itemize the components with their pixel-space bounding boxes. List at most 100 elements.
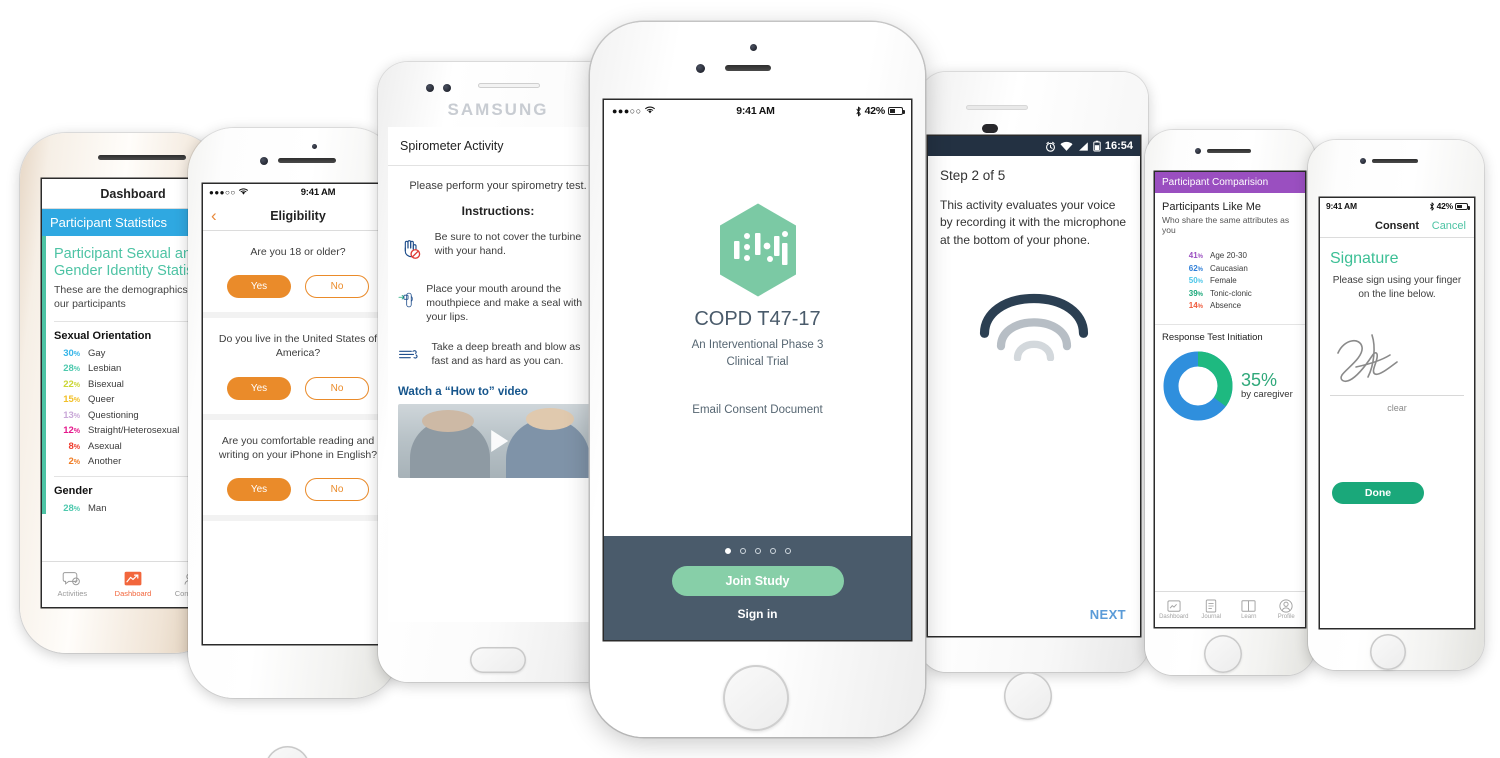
eligibility-question: Are you comfortable reading and writing … (203, 420, 393, 521)
no-hand-icon (404, 240, 421, 259)
page-dot[interactable] (739, 548, 746, 554)
tab-label: Profile (1277, 614, 1295, 620)
stat-percent: 13% (63, 409, 80, 421)
stat-percent: 62% (1188, 263, 1203, 273)
signature-instructions: Please sign using your finger on the lin… (1332, 275, 1462, 300)
journal-icon (1206, 599, 1217, 613)
join-footer: Join Study Sign in (604, 536, 911, 640)
stat-percent: 28% (63, 503, 80, 515)
ios-status-bar: ●●●○○ 9:41 AM 42% (604, 100, 911, 122)
clear-signature-button[interactable]: clear (1320, 396, 1474, 420)
ios-status-bar: 9:41 AM 42% (1320, 198, 1474, 214)
donut-value: 35% (1241, 370, 1278, 390)
comparison-header: Participant Comparision (1155, 172, 1305, 193)
stat-label: Asexual (88, 440, 122, 452)
wifi-icon (1060, 141, 1073, 151)
back-button[interactable]: ‹ (211, 207, 217, 224)
home-button[interactable] (1370, 634, 1406, 670)
tab-learn[interactable]: Learn (1230, 592, 1268, 627)
status-right: 42% (855, 105, 905, 117)
sign-in-link[interactable]: Sign in (604, 607, 911, 621)
instruction-text: Place your mouth around the mouthpiece a… (426, 283, 583, 324)
yes-button[interactable]: Yes (227, 477, 291, 501)
tab-journal[interactable]: Journal (1193, 592, 1231, 627)
next-button[interactable]: NEXT (1090, 607, 1126, 622)
cancel-button[interactable]: Cancel (1432, 220, 1466, 232)
join-study-button[interactable]: Join Study (671, 566, 844, 596)
front-camera (1360, 158, 1366, 164)
page-indicator-dots[interactable] (604, 548, 911, 554)
donut-legend: 35% by caregiver (1241, 371, 1293, 400)
phone-screen-join: ●●●○○ 9:41 AM 42% COPD T47-17 An Interve… (604, 100, 911, 640)
wifi-icon (645, 106, 656, 114)
home-button[interactable] (1204, 635, 1242, 673)
status-time: 9:41 AM (736, 105, 775, 117)
learn-icon (1241, 600, 1256, 612)
instruction-text: Be sure to not cover the turbine with yo… (434, 231, 582, 258)
yes-button[interactable]: Yes (227, 275, 291, 299)
study-hexagon-logo (715, 202, 801, 298)
stat-label: Man (88, 503, 107, 515)
phone-voice-activity: 16:54 Step 2 of 5 This activity evaluate… (920, 72, 1148, 720)
home-button[interactable] (470, 647, 526, 673)
spirometer-lead: Please perform your spirometry test. (409, 180, 587, 192)
page-dot[interactable] (754, 548, 761, 554)
stat-row: 14% Absence (1179, 301, 1281, 310)
tab-label: Learn (1241, 614, 1257, 620)
ios-status-bar: ●●●○○ 9:41 AM (203, 184, 393, 201)
earpiece-speaker (1372, 159, 1418, 163)
page-dot[interactable] (769, 548, 776, 554)
proximity-sensor (443, 84, 451, 92)
front-camera (982, 124, 998, 133)
page-dot[interactable] (724, 548, 731, 554)
battery-icon (1455, 202, 1470, 210)
front-camera (1195, 148, 1201, 154)
stat-percent: 50% (1188, 276, 1203, 285)
sound-waves-wrap (928, 291, 1140, 362)
tab-dashboard[interactable]: Dashboard (1155, 592, 1193, 627)
stat-percent: 12% (63, 425, 80, 437)
video-thumbnail[interactable] (398, 404, 598, 479)
stat-row: 62% Caucasian (1179, 264, 1281, 273)
email-consent-document-link[interactable]: Email Consent Document (604, 404, 911, 416)
stat-label: Tonic-clonic (1210, 288, 1252, 298)
dashboard-icon (1167, 599, 1181, 612)
home-button[interactable] (723, 665, 789, 731)
play-icon[interactable] (481, 424, 515, 458)
home-button[interactable] (265, 746, 310, 758)
no-button[interactable]: No (305, 275, 369, 299)
spirometer-title: Spirometer Activity (388, 127, 608, 166)
tab-activities[interactable]: Activities (42, 562, 103, 607)
dashboard-icon (124, 571, 142, 586)
earpiece-speaker (478, 83, 540, 88)
step-indicator: Step 2 of 5 (940, 168, 1006, 183)
stat-label: Female (1210, 276, 1237, 285)
stat-label: Another (88, 456, 122, 468)
instruction-text: Take a deep breath and blow as fast and … (431, 341, 581, 368)
yes-no-buttons: Yes No (213, 275, 383, 299)
instructions-label: Instructions: (461, 204, 535, 218)
eligibility-question: Are you 18 or older? Yes No (203, 231, 393, 319)
no-button[interactable]: No (305, 376, 369, 400)
phone-eligibility: ●●●○○ 9:41 AM ‹ Eligibility Are you 18 o… (188, 128, 398, 758)
nurse-head (526, 407, 574, 431)
instruction-step: Take a deep breath and blow as fast and … (388, 332, 608, 378)
phone-participant-comparison: Participant Comparision Participants Lik… (1145, 130, 1315, 675)
signature-canvas[interactable] (1320, 323, 1474, 395)
earpiece-speaker (278, 158, 336, 163)
stat-percent: 15% (63, 394, 80, 406)
instruction-step: Be sure to not cover the turbine with yo… (388, 222, 608, 274)
no-button[interactable]: No (305, 477, 369, 501)
done-button[interactable]: Done (1332, 482, 1424, 504)
proximity-sensor (312, 144, 317, 149)
tab-profile[interactable]: Profile (1268, 592, 1306, 627)
breath-icon (399, 350, 418, 359)
sound-waves-icon (979, 294, 1089, 362)
tab-label: Dashboard (1159, 613, 1189, 620)
tab-dashboard[interactable]: Dashboard (103, 562, 164, 607)
yes-button[interactable]: Yes (227, 376, 291, 400)
page-dot[interactable] (784, 548, 791, 554)
how-to-video-link[interactable]: Watch a “How to” video (388, 378, 608, 404)
study-title: COPD T47-17 (694, 308, 821, 330)
home-button[interactable] (1004, 672, 1052, 720)
